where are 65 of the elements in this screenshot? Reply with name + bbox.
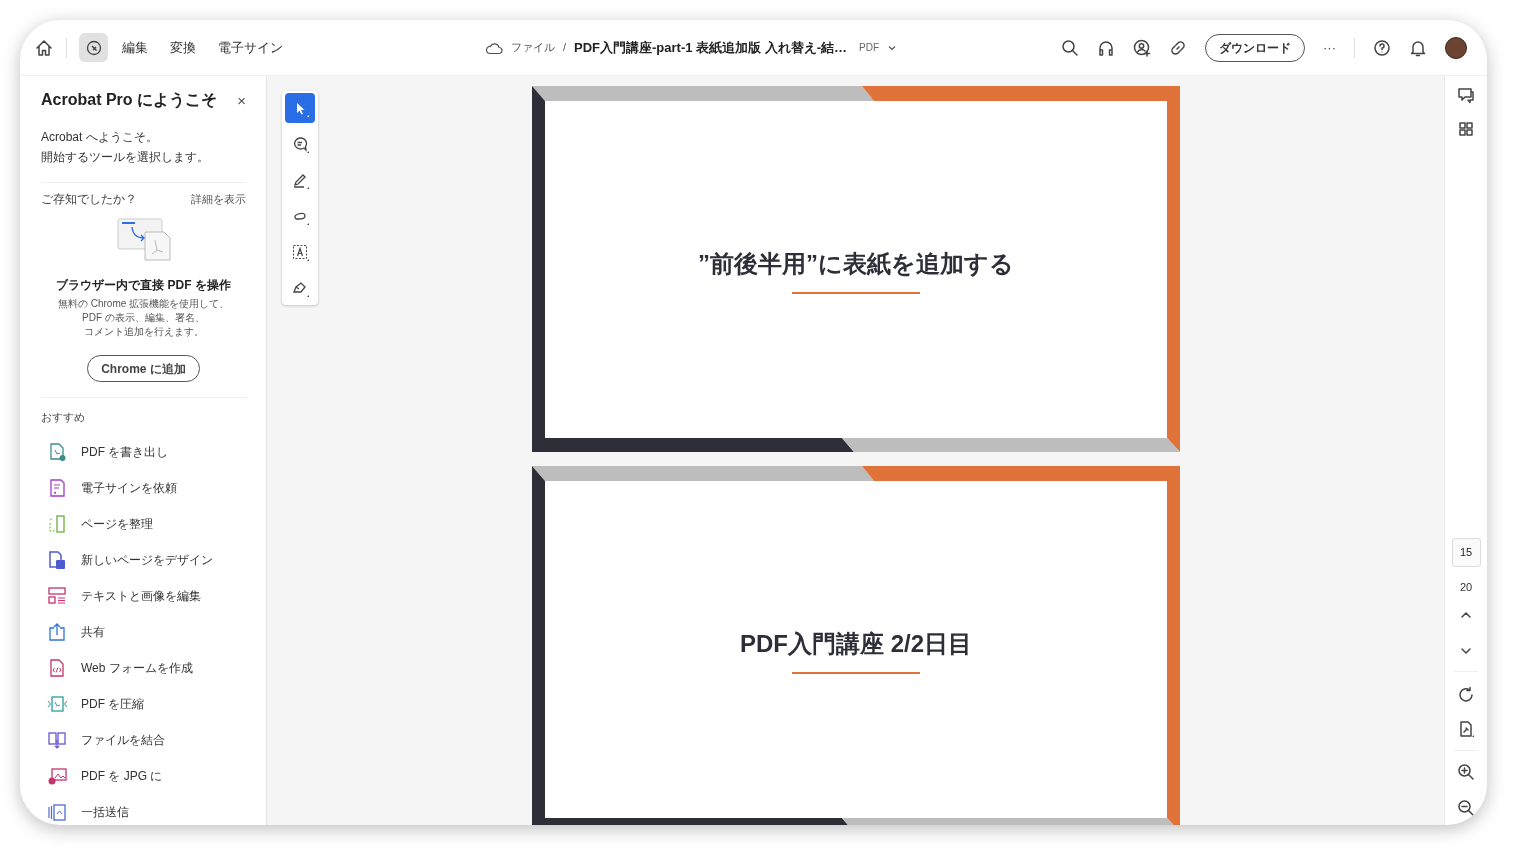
view-mode-button[interactable] <box>79 33 108 62</box>
mode-tab[interactable]: 編集 <box>114 33 156 62</box>
tool-item[interactable]: 新しいページをデザイン <box>47 547 246 572</box>
details-link[interactable]: 詳細を表示 <box>191 190 246 208</box>
mode-tab[interactable]: 電子サイン <box>210 33 291 62</box>
grid-icon[interactable] <box>1459 122 1473 136</box>
more-button[interactable]: ··· <box>1323 37 1336 58</box>
close-button[interactable]: × <box>237 92 246 108</box>
compress-icon <box>47 693 67 714</box>
tip-label: ご存知でしたか？ <box>41 191 137 208</box>
signature-form-icon <box>47 477 67 498</box>
file-type-label: PDF <box>859 41 880 55</box>
home-icon[interactable] <box>34 37 54 58</box>
tool-item[interactable]: テキストと画像を編集 <box>47 583 246 608</box>
page-count: 20 <box>1459 579 1473 595</box>
headphones-icon[interactable] <box>1097 38 1115 57</box>
annotation-tool-button[interactable] <box>285 93 315 123</box>
slide-title: ”前後半用”に表紙を追加する <box>698 248 1014 279</box>
chevron-up-icon[interactable] <box>1460 609 1472 621</box>
tool-item[interactable]: ページを整理 <box>47 511 246 536</box>
tool-item[interactable]: Web フォームを作成 <box>47 655 246 680</box>
help-icon[interactable] <box>1373 38 1391 57</box>
image-convert-icon <box>47 765 67 786</box>
intro-text: Acrobat へようこそ。 <box>41 129 159 146</box>
zoom-in-icon[interactable] <box>1457 763 1475 781</box>
user-add-icon[interactable] <box>1133 38 1151 57</box>
share-icon <box>47 621 67 642</box>
layout-edit-icon <box>47 585 67 606</box>
cloud-icon[interactable] <box>484 40 503 55</box>
file-name: PDF入門講座-part-1 表紙追加版 入れ替え-結… <box>574 38 848 57</box>
breadcrumb-link[interactable]: ファイル <box>510 39 555 56</box>
tool-item[interactable]: 電子サインを依頼 <box>47 475 246 500</box>
tool-item[interactable]: PDF を書き出し <box>47 439 246 464</box>
page-tool-icon[interactable] <box>1457 720 1475 738</box>
tool-item[interactable]: PDF を JPG に <box>47 763 246 788</box>
search-icon[interactable] <box>1061 38 1079 57</box>
comments-icon[interactable] <box>1457 86 1475 104</box>
bell-icon[interactable] <box>1409 38 1427 57</box>
link-icon[interactable] <box>1169 38 1187 57</box>
text-select-icon <box>290 242 310 262</box>
page-split-icon <box>47 513 67 534</box>
avatar[interactable] <box>1445 36 1467 59</box>
bulk-send-icon <box>47 801 67 822</box>
tool-item[interactable]: PDF を圧縮 <box>47 691 246 716</box>
intro-text: 開始するツールを選択します。 <box>41 149 210 166</box>
document-export-icon <box>47 441 67 462</box>
rotate-icon[interactable] <box>1457 686 1475 704</box>
web-form-icon <box>47 657 67 678</box>
page-number-field[interactable]: 15 <box>1451 537 1481 567</box>
mode-tab[interactable]: 変換 <box>162 33 204 62</box>
promo-title: ブラウザー内で直接 PDF を操作 <box>55 277 232 294</box>
tool-item[interactable]: 一括送信 <box>47 799 246 824</box>
zoom-out-icon[interactable] <box>1457 799 1475 817</box>
chevron-down-icon[interactable] <box>1460 645 1472 657</box>
extension-illustration-drawing <box>116 218 171 262</box>
breadcrumb-separator: / <box>562 40 567 56</box>
panel-title: Acrobat Pro にようこそ <box>41 90 217 111</box>
tool-item[interactable]: 共有 <box>47 619 246 644</box>
promo-text: 無料の Chrome 拡張機能を使用して、 PDF の表示、編集、署名、 コメント追加を行えます。 <box>56 297 231 339</box>
page-design-icon <box>47 549 67 570</box>
section-label: おすすめ <box>41 410 86 425</box>
combine-files-icon <box>47 729 67 750</box>
compass-icon <box>85 39 102 56</box>
tool-item[interactable]: ファイルを結合 <box>47 727 246 752</box>
slide-title: PDF入門講座 2/2日目 <box>740 628 972 659</box>
